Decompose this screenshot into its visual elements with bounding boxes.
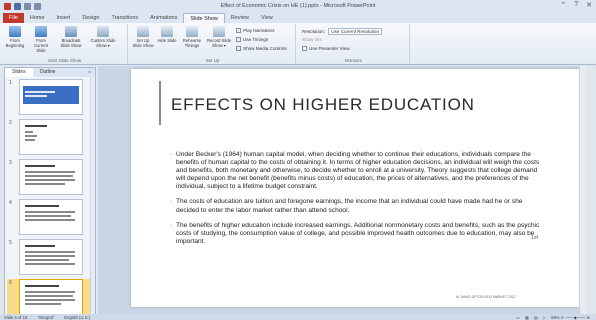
status-bar: Slide 6 of 15 "Integral" English (U.S.) … bbox=[0, 314, 596, 320]
thumbnail-image bbox=[19, 279, 83, 315]
zoom-slider[interactable]: 68% ⊖ ——◆—— ⊕ bbox=[551, 315, 590, 320]
ribbon-minimize-icon[interactable]: ⌃ bbox=[560, 1, 566, 9]
broadcast-slide-show-button[interactable]: Broadcast Slide Show bbox=[58, 26, 84, 48]
language-indicator[interactable]: English (U.S.) bbox=[64, 315, 90, 320]
play-narrations-checkbox[interactable]: ✓ Play Narrations bbox=[236, 28, 274, 33]
tab-transitions[interactable]: Transitions bbox=[105, 13, 144, 23]
normal-view-icon[interactable]: ▭ bbox=[516, 315, 520, 320]
record-icon bbox=[213, 26, 225, 37]
custom-show-icon bbox=[97, 26, 109, 37]
show-on-field[interactable]: Show On: bbox=[302, 37, 322, 42]
help-icon[interactable]: ? bbox=[574, 1, 578, 9]
hide-slide-icon bbox=[161, 26, 173, 37]
slide-editor-scrollbar[interactable] bbox=[579, 66, 586, 314]
powerpoint-window: Effect of Economic Crisis on HE (1).pptx… bbox=[0, 0, 596, 320]
thumbnail-image bbox=[19, 239, 83, 275]
show-media-controls-checkbox[interactable]: ✓ Show Media Controls bbox=[236, 46, 287, 51]
checkbox-checked-icon: ✓ bbox=[236, 28, 241, 33]
tab-view[interactable]: View bbox=[255, 13, 279, 23]
thumbnail-image bbox=[19, 199, 83, 235]
slide-thumbnail-1[interactable]: 1 bbox=[7, 79, 93, 117]
group-label-set-up: Set Up bbox=[205, 58, 220, 63]
broadcast-icon bbox=[65, 26, 77, 37]
group-set-up: Set Up Slide Show Hide Slide Rehearse Ti… bbox=[130, 24, 296, 64]
presenter-view-checkbox[interactable]: Use Presenter View bbox=[302, 46, 350, 51]
slideshow-view-icon[interactable]: ▷ bbox=[543, 315, 546, 320]
setup-icon bbox=[137, 26, 149, 37]
resolution-select[interactable]: Use Current Resolution bbox=[328, 28, 383, 35]
tab-slides[interactable]: Slides bbox=[5, 68, 33, 77]
ribbon: From Beginning From Current Slide Broadc… bbox=[0, 23, 596, 65]
tab-review[interactable]: Review bbox=[225, 13, 255, 23]
bullet-paragraph: The benefits of higher education include… bbox=[170, 222, 541, 246]
custom-slide-show-button[interactable]: Custom Slide Show ▾ bbox=[88, 26, 118, 48]
rehearse-timings-button[interactable]: Rehearse Timings bbox=[180, 26, 204, 48]
slide-body[interactable]: Under Becker's (1964) human capital mode… bbox=[170, 151, 541, 253]
slide-page-number: 1of bbox=[531, 235, 538, 241]
checkbox-unchecked-icon bbox=[302, 46, 307, 51]
group-label-monitors: Monitors bbox=[344, 58, 363, 63]
reading-view-icon[interactable]: ▤ bbox=[534, 315, 538, 320]
slide-editor: EFFECTS ON HIGHER EDUCATION Under Becker… bbox=[98, 66, 586, 314]
group-start-slide-show: From Beginning From Current Slide Broadc… bbox=[2, 24, 128, 64]
tab-slide-show[interactable]: Slide Show bbox=[183, 13, 225, 23]
close-icon[interactable]: ✕ bbox=[586, 1, 592, 9]
slide-sorter-icon[interactable]: ▦ bbox=[525, 315, 529, 320]
ribbon-tabs: File Home Insert Design Transitions Anim… bbox=[0, 12, 596, 23]
from-beginning-button[interactable]: From Beginning bbox=[4, 26, 26, 48]
thumbnail-image bbox=[19, 159, 83, 195]
slide-counter: Slide 6 of 15 bbox=[4, 314, 28, 320]
slides-pane: Slides Outline × 1 2 3 4 5 6 bbox=[4, 67, 96, 317]
theme-name: "Integral" bbox=[37, 314, 55, 320]
slide-thumbnail-5[interactable]: 5 bbox=[7, 239, 93, 277]
tab-home[interactable]: Home bbox=[24, 13, 51, 23]
slides-pane-scrollbar[interactable] bbox=[90, 77, 95, 314]
tab-design[interactable]: Design bbox=[76, 13, 105, 23]
slideshow-current-icon bbox=[35, 26, 47, 37]
tab-outline[interactable]: Outline bbox=[33, 68, 63, 77]
resolution-field: Resolution: Use Current Resolution bbox=[302, 28, 383, 35]
current-slide[interactable]: EFFECTS ON HIGHER EDUCATION Under Becker… bbox=[131, 69, 579, 307]
window-title: Effect of Economic Crisis on HE (1).pptx… bbox=[220, 3, 376, 9]
slide-thumbnail-6[interactable]: 6 bbox=[7, 279, 93, 317]
slides-pane-tabs: Slides Outline × bbox=[5, 68, 95, 77]
tab-file[interactable]: File bbox=[3, 13, 24, 23]
slide-thumbnail-3[interactable]: 3 bbox=[7, 159, 93, 197]
slide-footer: M. DAVID UPTON 2012 MARKET 2012 bbox=[456, 295, 516, 299]
slide-thumbnail-2[interactable]: 2 bbox=[7, 119, 93, 157]
thumbnail-image bbox=[19, 79, 83, 115]
window-controls: ⌃ ? ✕ bbox=[560, 1, 592, 9]
title-bar: Effect of Economic Crisis on HE (1).pptx… bbox=[0, 0, 596, 12]
close-pane-icon[interactable]: × bbox=[88, 70, 95, 76]
slide-title[interactable]: EFFECTS ON HIGHER EDUCATION bbox=[171, 95, 475, 115]
view-controls: ▭ ▦ ▤ ▷ 68% ⊖ ——◆—— ⊕ bbox=[516, 315, 596, 320]
hide-slide-button[interactable]: Hide Slide bbox=[156, 26, 178, 43]
checkbox-checked-icon: ✓ bbox=[236, 37, 241, 42]
group-monitors: Resolution: Use Current Resolution Show … bbox=[298, 24, 410, 64]
tab-animations[interactable]: Animations bbox=[144, 13, 183, 23]
checkbox-checked-icon: ✓ bbox=[236, 46, 241, 51]
record-slide-show-button[interactable]: Record Slide Show ▾ bbox=[206, 26, 232, 48]
set-up-slide-show-button[interactable]: Set Up Slide Show bbox=[132, 26, 154, 48]
slide-thumbnail-4[interactable]: 4 bbox=[7, 199, 93, 237]
thumbnail-image bbox=[19, 119, 83, 155]
from-current-slide-button[interactable]: From Current Slide bbox=[30, 26, 52, 53]
title-accent-bar bbox=[159, 81, 161, 125]
group-label-start-slide-show: Start Slide Show bbox=[47, 58, 82, 63]
slideshow-play-icon bbox=[9, 26, 21, 37]
use-timings-checkbox[interactable]: ✓ Use Timings bbox=[236, 37, 268, 42]
bullet-paragraph: The costs of education are tuition and f… bbox=[170, 198, 541, 214]
stopwatch-icon bbox=[186, 26, 198, 37]
tab-insert[interactable]: Insert bbox=[51, 13, 77, 23]
bullet-paragraph: Under Becker's (1964) human capital mode… bbox=[170, 151, 541, 191]
